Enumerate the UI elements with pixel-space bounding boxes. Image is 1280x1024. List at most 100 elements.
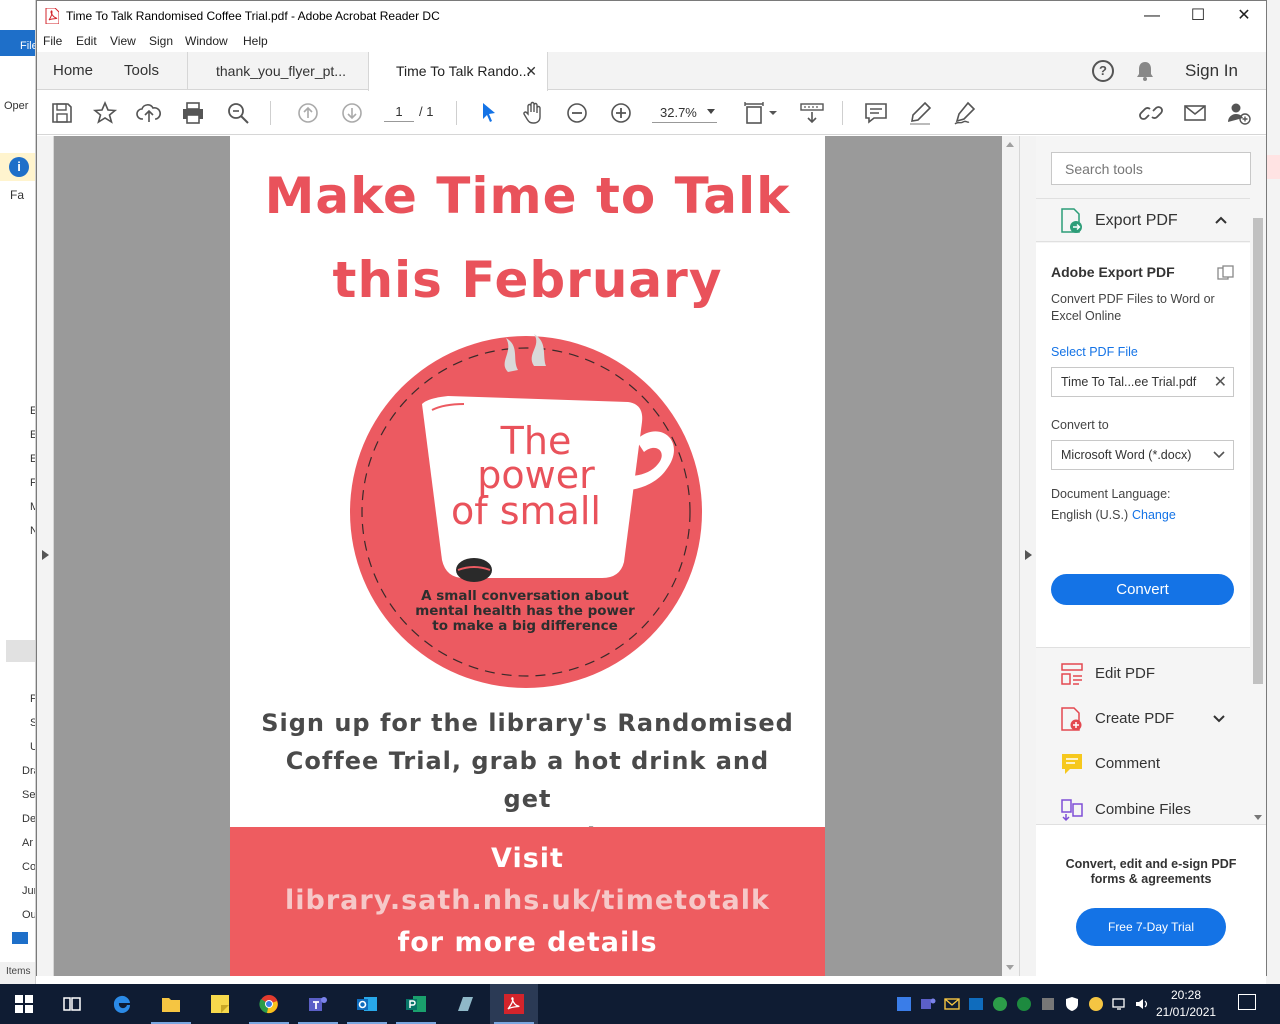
tray-mail-icon[interactable] [944, 996, 960, 1012]
select-cursor-icon[interactable] [476, 100, 502, 126]
document-language-label: Document Language: [1051, 487, 1171, 501]
tray-network-status-icon[interactable] [1088, 996, 1104, 1012]
change-language-link[interactable]: Change [1132, 508, 1176, 522]
bookmark-star-icon[interactable] [92, 100, 118, 126]
email-icon[interactable] [1182, 100, 1208, 126]
add-user-icon[interactable] [1226, 100, 1252, 126]
tab-home[interactable]: Home [53, 52, 93, 90]
background-folder-item[interactable]: Ar [22, 837, 33, 849]
export-pdf-header[interactable]: Export PDF [1036, 198, 1250, 242]
tool-label: Combine Files [1095, 801, 1191, 818]
taskbar-file-explorer[interactable] [147, 984, 195, 1024]
menu-file[interactable]: File [43, 34, 62, 48]
tray-outlook-icon[interactable] [968, 996, 984, 1012]
tab-document-time-to-talk[interactable]: Time To Talk Rando... ✕ [368, 52, 548, 91]
close-tab-icon[interactable]: ✕ [525, 52, 537, 90]
scroll-mode-icon[interactable] [799, 100, 825, 126]
background-ribbon-file-tab[interactable]: File [0, 30, 35, 56]
notification-bell-icon[interactable] [1134, 60, 1156, 82]
clock-date[interactable]: 21/01/2021 [1156, 1005, 1216, 1019]
menu-sign[interactable]: Sign [149, 34, 173, 48]
scroll-down-icon[interactable] [1254, 815, 1262, 820]
print-icon[interactable] [180, 100, 206, 126]
taskbar-outlook[interactable] [343, 984, 391, 1024]
left-panel-toggle[interactable] [37, 136, 54, 976]
next-page-icon[interactable] [339, 100, 365, 126]
tray-green-icon[interactable] [992, 996, 1008, 1012]
tool-edit-pdf[interactable]: Edit PDF [1036, 654, 1250, 694]
tray-gray-icon[interactable] [1040, 996, 1056, 1012]
tray-teams-icon[interactable] [920, 996, 936, 1012]
close-button[interactable]: ✕ [1221, 1, 1267, 31]
menu-view[interactable]: View [110, 34, 136, 48]
help-icon[interactable]: ? [1092, 60, 1114, 82]
background-folder-item[interactable]: Dra [22, 765, 35, 777]
menu-help[interactable]: Help [243, 34, 268, 48]
previous-page-icon[interactable] [295, 100, 321, 126]
hand-tool-icon[interactable] [520, 100, 546, 126]
taskbar-sticky-notes[interactable] [196, 984, 244, 1024]
save-icon[interactable] [49, 100, 75, 126]
maximize-button[interactable]: ☐ [1175, 1, 1221, 31]
tools-pane-scrollbar[interactable] [1250, 198, 1266, 824]
convert-button[interactable]: Convert [1051, 574, 1234, 605]
scroll-up-icon[interactable] [1006, 142, 1014, 147]
clear-file-icon[interactable]: ✕ [1214, 372, 1227, 392]
highlight-pen-icon[interactable] [907, 100, 933, 126]
convert-to-select[interactable]: Microsoft Word (*.docx) [1051, 440, 1234, 470]
background-folder-item[interactable]: Fa [10, 188, 24, 202]
fit-page-icon[interactable] [743, 100, 779, 126]
tool-create-pdf[interactable]: Create PDF [1036, 699, 1250, 739]
background-folder-item[interactable]: De [22, 813, 35, 825]
upload-cloud-icon[interactable] [136, 100, 162, 126]
sign-in-link[interactable]: Sign In [1185, 52, 1238, 90]
minimize-button[interactable]: — [1129, 1, 1175, 31]
select-pdf-file-link[interactable]: Select PDF File [1051, 345, 1138, 359]
menu-edit[interactable]: Edit [76, 34, 97, 48]
tray-security-icon[interactable] [1064, 996, 1080, 1012]
comment-icon[interactable] [863, 100, 889, 126]
clock-time[interactable]: 20:28 [1156, 988, 1216, 1002]
export-options-icon[interactable] [1217, 265, 1235, 281]
background-folder-item[interactable]: Jur [22, 885, 35, 897]
tool-comment[interactable]: Comment [1036, 744, 1250, 784]
fill-sign-icon[interactable] [952, 100, 978, 126]
mail-icon[interactable] [12, 932, 28, 944]
menu-window[interactable]: Window [185, 34, 228, 48]
start-button[interactable] [0, 984, 48, 1024]
taskbar-publisher[interactable] [392, 984, 440, 1024]
scroll-down-icon[interactable] [1006, 965, 1014, 970]
right-panel-toggle[interactable] [1019, 136, 1036, 976]
taskbar-teams[interactable] [294, 984, 342, 1024]
zoom-search-icon[interactable] [225, 100, 251, 126]
scrollbar-thumb[interactable] [1253, 218, 1263, 684]
taskbar-app[interactable] [441, 984, 489, 1024]
share-link-icon[interactable] [1138, 100, 1164, 126]
tool-combine-files[interactable]: Combine Files [1036, 790, 1250, 824]
tab-document-thank-you-flyer[interactable]: thank_you_flyer_pt... [187, 52, 367, 90]
background-folder-item[interactable]: Sei [22, 789, 35, 801]
task-view-button[interactable] [48, 984, 96, 1024]
zoom-out-icon[interactable] [564, 100, 590, 126]
volume-icon[interactable] [1134, 996, 1150, 1012]
tray-s-icon[interactable] [896, 996, 912, 1012]
background-folder-item[interactable]: Co [22, 861, 35, 873]
network-icon[interactable] [1112, 996, 1128, 1012]
search-tools-input[interactable]: Search tools [1051, 152, 1251, 185]
selected-file-field[interactable]: Time To Tal...ee Trial.pdf ✕ [1051, 367, 1234, 397]
document-scrollbar[interactable] [1002, 136, 1019, 976]
background-folder-item[interactable]: Ou [22, 909, 35, 921]
free-trial-button[interactable]: Free 7-Day Trial [1076, 908, 1226, 946]
page-number-input[interactable]: 1 [384, 102, 414, 122]
taskbar-chrome[interactable] [245, 984, 293, 1024]
chevron-up-icon[interactable] [1214, 213, 1228, 227]
chevron-down-icon[interactable] [1212, 712, 1226, 726]
tray-green-2-icon[interactable] [1016, 996, 1032, 1012]
taskbar-edge[interactable] [98, 984, 146, 1024]
banner-url[interactable]: library.sath.nhs.uk/timetotalk [230, 885, 825, 916]
taskbar-acrobat[interactable] [490, 984, 538, 1024]
zoom-level-select[interactable]: 32.7% [652, 103, 717, 123]
action-center-icon[interactable] [1238, 994, 1256, 1010]
zoom-in-icon[interactable] [608, 100, 634, 126]
tab-tools[interactable]: Tools [124, 52, 159, 90]
